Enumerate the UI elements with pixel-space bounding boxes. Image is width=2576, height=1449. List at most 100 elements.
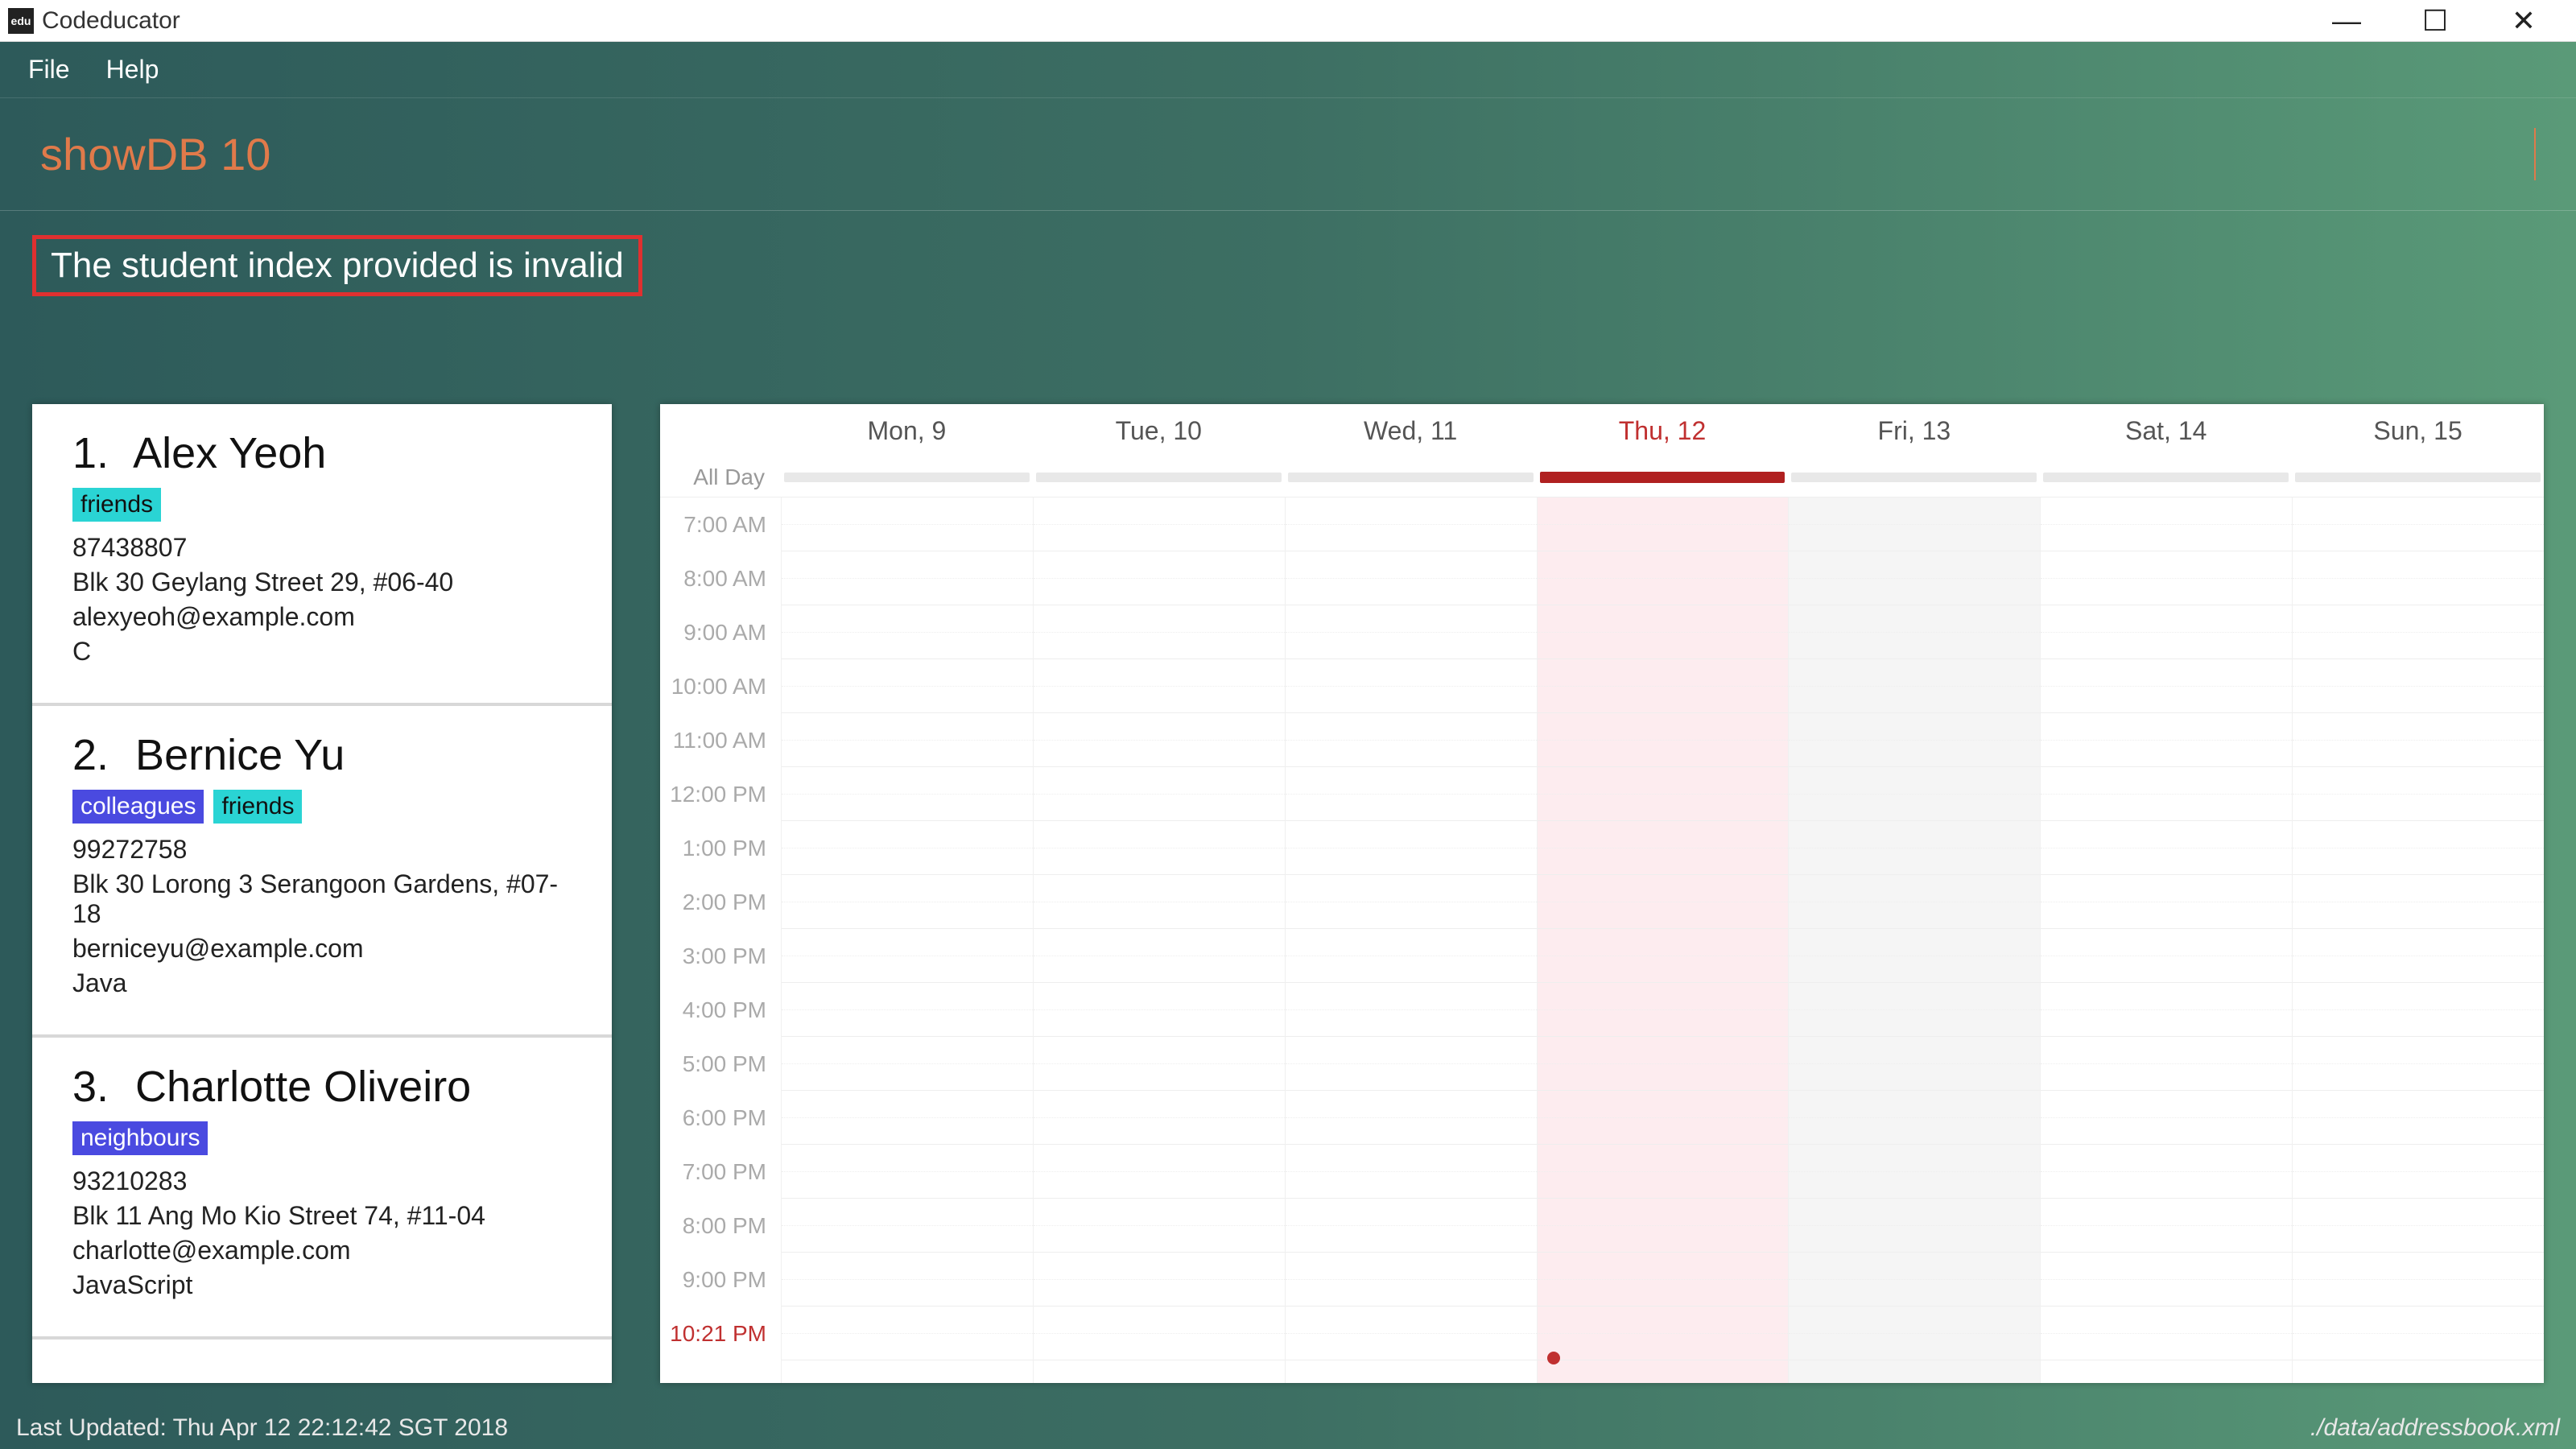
day-column[interactable]: [1788, 497, 2040, 1383]
hour-cell[interactable]: [1286, 497, 1537, 551]
hour-cell[interactable]: [1538, 605, 1789, 659]
day-column[interactable]: [2292, 497, 2544, 1383]
hour-cell[interactable]: [2293, 1037, 2544, 1091]
calendar-day-header[interactable]: Mon, 9: [781, 416, 1033, 446]
calendar-day-header[interactable]: Sun, 15: [2292, 416, 2544, 446]
hour-cell[interactable]: [1538, 551, 1789, 605]
hour-cell[interactable]: [782, 1253, 1033, 1307]
hour-cell[interactable]: [2293, 551, 2544, 605]
hour-cell[interactable]: [1538, 983, 1789, 1037]
hour-cell[interactable]: [1789, 605, 2040, 659]
hour-cell[interactable]: [1538, 659, 1789, 713]
hour-cell[interactable]: [1286, 1253, 1537, 1307]
hour-cell[interactable]: [782, 1091, 1033, 1145]
student-card[interactable]: 1. Alex Yeohfriends87438807Blk 30 Geylan…: [32, 404, 612, 706]
hour-cell[interactable]: [2041, 1145, 2292, 1199]
hour-cell[interactable]: [2293, 983, 2544, 1037]
hour-cell[interactable]: [1034, 659, 1285, 713]
hour-cell[interactable]: [1286, 1199, 1537, 1253]
hour-cell[interactable]: [2041, 1091, 2292, 1145]
hour-cell[interactable]: [2041, 659, 2292, 713]
hour-cell[interactable]: [1034, 1253, 1285, 1307]
hour-cell[interactable]: [1789, 1037, 2040, 1091]
hour-cell[interactable]: [1789, 1307, 2040, 1360]
allday-slot[interactable]: [1036, 473, 1282, 482]
maximize-icon[interactable]: ☐: [2415, 4, 2455, 38]
hour-cell[interactable]: [1286, 1307, 1537, 1360]
hour-cell[interactable]: [2293, 1307, 2544, 1360]
close-icon[interactable]: ✕: [2504, 4, 2544, 38]
hour-cell[interactable]: [2041, 1307, 2292, 1360]
hour-cell[interactable]: [1034, 1091, 1285, 1145]
allday-slot[interactable]: [2043, 473, 2289, 482]
hour-cell[interactable]: [1789, 1199, 2040, 1253]
allday-slot[interactable]: [2295, 473, 2541, 482]
hour-cell[interactable]: [2041, 713, 2292, 767]
hour-cell[interactable]: [1538, 767, 1789, 821]
hour-cell[interactable]: [1538, 821, 1789, 875]
allday-slot[interactable]: [1288, 473, 1534, 482]
hour-cell[interactable]: [1789, 875, 2040, 929]
hour-cell[interactable]: [782, 821, 1033, 875]
hour-cell[interactable]: [1286, 983, 1537, 1037]
hour-cell[interactable]: [1286, 605, 1537, 659]
hour-cell[interactable]: [1789, 767, 2040, 821]
hour-cell[interactable]: [2041, 983, 2292, 1037]
hour-cell[interactable]: [782, 875, 1033, 929]
hour-cell[interactable]: [2293, 713, 2544, 767]
hour-cell[interactable]: [1034, 497, 1285, 551]
hour-cell[interactable]: [782, 713, 1033, 767]
day-column[interactable]: [1285, 497, 1537, 1383]
hour-cell[interactable]: [2041, 1037, 2292, 1091]
hour-cell[interactable]: [1286, 875, 1537, 929]
menu-help[interactable]: Help: [106, 55, 159, 85]
hour-cell[interactable]: [1789, 929, 2040, 983]
hour-cell[interactable]: [1538, 929, 1789, 983]
hour-cell[interactable]: [782, 605, 1033, 659]
calendar-day-header[interactable]: Tue, 10: [1033, 416, 1285, 446]
hour-cell[interactable]: [1789, 551, 2040, 605]
hour-cell[interactable]: [2293, 929, 2544, 983]
hour-cell[interactable]: [1286, 1091, 1537, 1145]
student-card[interactable]: 3. Charlotte Oliveironeighbours93210283B…: [32, 1038, 612, 1340]
calendar-day-header[interactable]: Sat, 14: [2040, 416, 2292, 446]
hour-cell[interactable]: [2293, 605, 2544, 659]
hour-cell[interactable]: [2293, 1145, 2544, 1199]
hour-cell[interactable]: [1538, 1037, 1789, 1091]
allday-slot[interactable]: [784, 473, 1030, 482]
hour-cell[interactable]: [1538, 497, 1789, 551]
hour-cell[interactable]: [1034, 875, 1285, 929]
hour-cell[interactable]: [2293, 497, 2544, 551]
hour-cell[interactable]: [1789, 821, 2040, 875]
hour-cell[interactable]: [782, 659, 1033, 713]
hour-cell[interactable]: [1286, 713, 1537, 767]
day-column[interactable]: [1033, 497, 1285, 1383]
hour-cell[interactable]: [1789, 1145, 2040, 1199]
menu-file[interactable]: File: [28, 55, 70, 85]
hour-cell[interactable]: [1789, 1253, 2040, 1307]
hour-cell[interactable]: [2041, 1199, 2292, 1253]
calendar-day-header[interactable]: Fri, 13: [1788, 416, 2040, 446]
hour-cell[interactable]: [1034, 821, 1285, 875]
hour-cell[interactable]: [1034, 929, 1285, 983]
command-input[interactable]: showDB 10: [40, 128, 2536, 180]
hour-cell[interactable]: [1034, 983, 1285, 1037]
hour-cell[interactable]: [782, 983, 1033, 1037]
hour-cell[interactable]: [1538, 1199, 1789, 1253]
hour-cell[interactable]: [1789, 659, 2040, 713]
day-column[interactable]: [2040, 497, 2292, 1383]
hour-cell[interactable]: [1538, 1091, 1789, 1145]
hour-cell[interactable]: [2041, 605, 2292, 659]
student-card[interactable]: 2. Bernice Yucolleaguesfriends99272758Bl…: [32, 706, 612, 1038]
hour-cell[interactable]: [1286, 659, 1537, 713]
hour-cell[interactable]: [2041, 929, 2292, 983]
calendar-day-header[interactable]: Wed, 11: [1285, 416, 1537, 446]
hour-cell[interactable]: [782, 551, 1033, 605]
hour-cell[interactable]: [782, 767, 1033, 821]
hour-cell[interactable]: [782, 1307, 1033, 1360]
hour-cell[interactable]: [1034, 767, 1285, 821]
allday-slot[interactable]: [1791, 473, 2037, 482]
minimize-icon[interactable]: —: [2326, 4, 2367, 38]
hour-cell[interactable]: [1034, 1307, 1285, 1360]
hour-cell[interactable]: [2041, 551, 2292, 605]
